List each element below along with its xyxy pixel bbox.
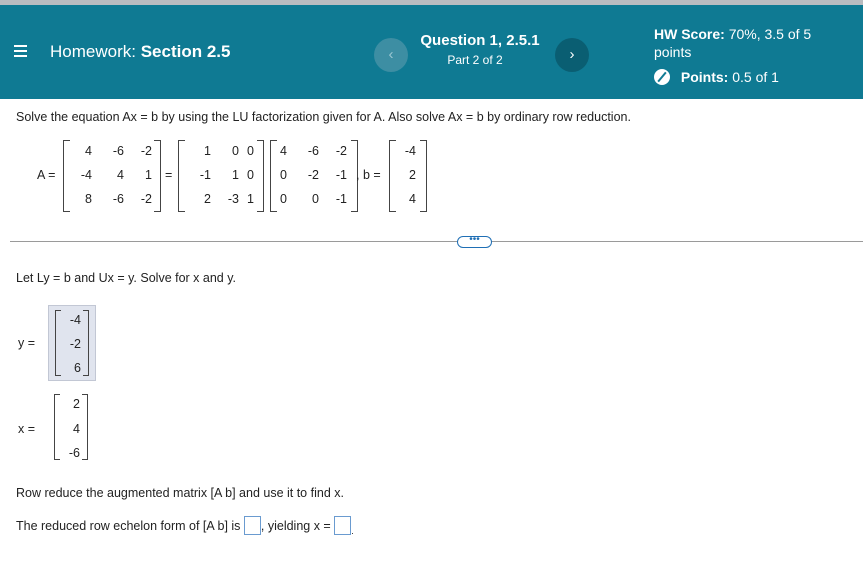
yielding-label: , yielding x = [260,518,331,533]
expand-more-button[interactable]: ••• [457,235,492,248]
hw-score-value: 70%, 3.5 of 5 [728,26,812,42]
matrix-cell: 0 [247,168,254,182]
matrix-cell: 1 [204,144,211,158]
y-label: y = [18,336,36,350]
problem-prompt: Solve the equation Ax = b by using the L… [16,110,631,124]
matrix-row: 1 0 0 [179,144,263,168]
matrix-cell: 1 [232,168,239,182]
matrix-cell: -2 [140,192,152,206]
matrix-cell: 0 [312,192,319,206]
homework-title: Homework: Section 2.5 [50,42,230,62]
matrix-cell: 2 [204,192,211,206]
equals-sign: = [165,168,173,182]
matrix-a-label: A = [37,168,56,182]
x-entry: -6 [68,446,80,460]
next-question-button[interactable]: › [555,38,589,72]
matrix-cell: 4 [85,144,92,158]
matrix-cell: -2 [335,144,347,158]
rref-line: The reduced row echelon form of [A b] is… [16,516,354,536]
matrix-cell: -6 [112,144,124,158]
matrix-row: 2 [390,168,426,192]
x-entry: 2 [73,397,80,411]
y-entry: -2 [69,337,81,351]
points-value: 0.5 of 1 [732,69,779,85]
matrix-cell: 1 [145,168,152,182]
vector-b-label: , b = [356,168,381,182]
matrix-cell: 0 [232,144,239,158]
header-bar: Homework: Section 2.5 ‹ Question 1, 2.5.… [0,5,863,99]
question-title: Question 1, 2.5.1 [420,32,540,49]
matrix-row: 0 -2 -1 [271,168,357,192]
matrix-cell: -3 [227,192,239,206]
matrix-row: 2 -3 1 [179,192,263,216]
hw-score-unit: points [654,44,692,60]
matrix-a: 4 -6 -2 -4 4 1 8 -6 -2 [63,140,161,212]
hw-score: HW Score: 70%, 3.5 of 5 points [654,25,811,61]
matrix-row: -1 1 0 [179,168,263,192]
matrix-row: 4 -6 -2 [64,144,160,168]
matrix-cell: 4 [409,192,416,206]
matrix-cell: -4 [404,144,416,158]
matrix-cell: 4 [280,144,287,158]
section-label: Section 2.5 [140,42,231,61]
matrix-cell: -2 [307,168,319,182]
matrix-cell: 0 [247,144,254,158]
matrix-row: 4 [390,192,426,216]
matrix-cell: -6 [307,144,319,158]
matrix-row: -4 4 1 [64,168,160,192]
matrix-cell: 2 [409,168,416,182]
hw-score-label: HW Score: [654,26,725,42]
x-label: x = [18,422,36,436]
period-mark: . [351,526,354,536]
y-entry: -4 [69,313,81,327]
matrix-cell: 0 [280,192,287,206]
matrix-row: 4 -6 -2 [271,144,357,168]
part2-instruction: Row reduce the augmented matrix [A b] an… [16,486,344,500]
matrix-cell: -2 [140,144,152,158]
matrix-cell: 8 [85,192,92,206]
previous-question-button[interactable]: ‹ [374,38,408,72]
matrix-cell: -1 [335,168,347,182]
matrix-cell: -1 [335,192,347,206]
matrix-row: 0 0 -1 [271,192,357,216]
matrix-cell: 4 [117,168,124,182]
points-display: Points: 0.5 of 1 [654,66,779,85]
matrix-cell: -4 [80,168,92,182]
rref-prefix: The reduced row echelon form of [A b] is [16,518,241,533]
rref-answer-box[interactable] [243,516,261,535]
homework-label: Homework: [50,42,136,61]
x-answer-box[interactable] [334,516,352,535]
x-answer-vector[interactable]: 2 4 -6 [48,390,94,464]
matrix-cell: 1 [247,192,254,206]
matrix-cell: -6 [112,192,124,206]
matrix-row: -4 [390,144,426,168]
matrix-u: 4 -6 -2 0 -2 -1 0 0 -1 [270,140,358,212]
menu-icon[interactable] [14,45,27,57]
matrix-row: 8 -6 -2 [64,192,160,216]
points-label: Points: [680,69,729,85]
section-divider [10,241,863,242]
part1-instruction: Let Ly = b and Ux = y. Solve for x and y… [16,271,237,285]
x-entry: 4 [73,422,80,436]
matrix-l: 1 0 0 -1 1 0 2 -3 1 [178,140,264,212]
matrix-cell: -1 [199,168,211,182]
question-part: Part 2 of 2 [447,53,503,67]
partial-credit-icon [654,69,670,85]
y-entry: 6 [74,361,81,375]
vector-b: -4 2 4 [389,140,427,212]
y-answer-vector[interactable]: -4 -2 6 [48,305,96,381]
matrix-cell: 0 [280,168,287,182]
